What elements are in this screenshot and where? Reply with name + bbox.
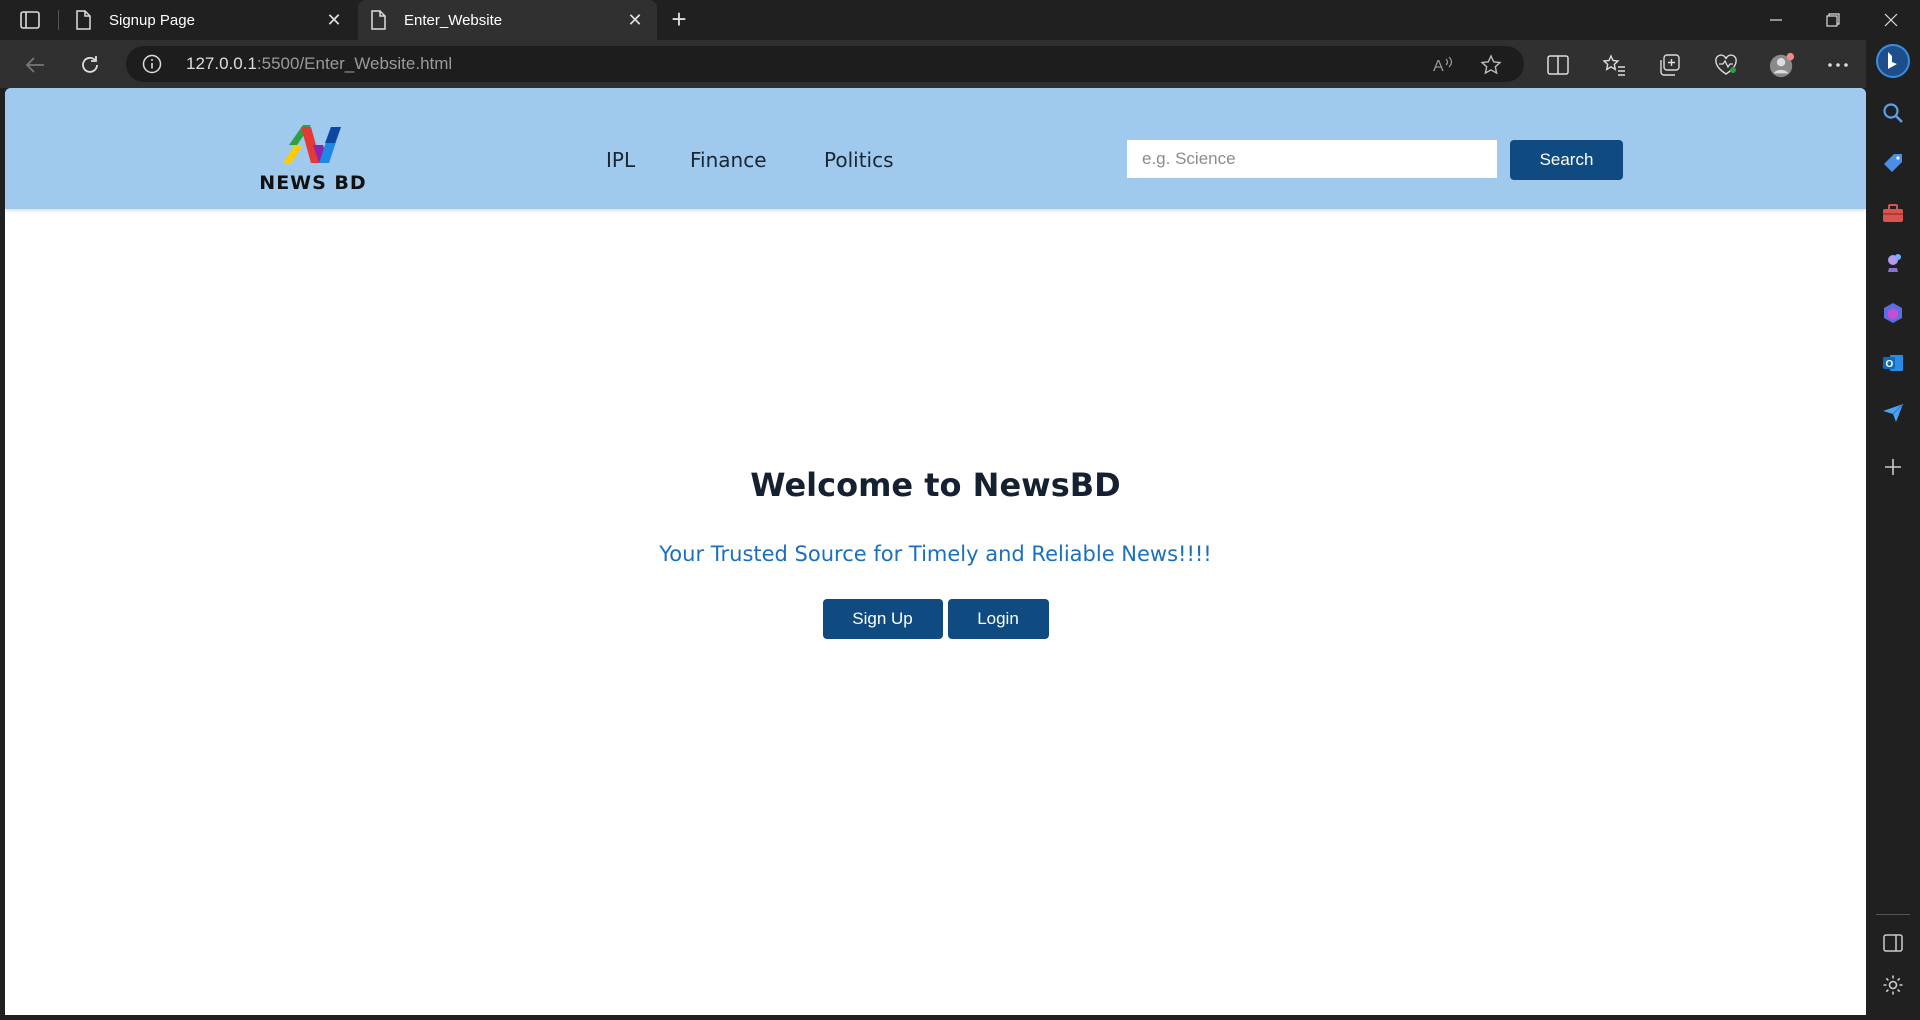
- newsbd-logo[interactable]: NEWS BD: [255, 123, 371, 203]
- profile-avatar[interactable]: [1769, 52, 1795, 78]
- search-button[interactable]: Search: [1510, 140, 1623, 180]
- login-button[interactable]: Login: [947, 599, 1049, 639]
- hide-sidebar-icon[interactable]: [1880, 930, 1906, 956]
- collections-icon[interactable]: [1657, 52, 1683, 78]
- shopping-tag-icon[interactable]: [1880, 150, 1906, 176]
- close-icon[interactable]: ✕: [324, 10, 344, 30]
- page-icon: [75, 10, 95, 30]
- logo-text: NEWS BD: [259, 172, 367, 194]
- nav-link-politics[interactable]: Politics: [824, 148, 894, 172]
- close-window-button[interactable]: [1866, 0, 1916, 40]
- tools-icon[interactable]: [1880, 200, 1906, 226]
- svg-text:O: O: [1886, 359, 1894, 370]
- site-header: NEWS BD IPL Finance Politics Search: [5, 88, 1866, 209]
- sidebar-divider: [1876, 914, 1910, 915]
- favorite-star-icon[interactable]: [1480, 54, 1502, 76]
- refresh-button[interactable]: [75, 50, 105, 80]
- settings-gear-icon[interactable]: [1880, 972, 1906, 998]
- split-screen-icon[interactable]: [1545, 52, 1571, 78]
- restore-button[interactable]: [1808, 0, 1858, 40]
- more-options-icon[interactable]: [1825, 52, 1851, 78]
- new-tab-button[interactable]: +: [664, 6, 694, 34]
- close-icon[interactable]: ✕: [625, 10, 645, 30]
- welcome-heading: Welcome to NewsBD: [750, 466, 1121, 504]
- tab-strip: Signup Page ✕ Enter_Website ✕ +: [0, 0, 1920, 40]
- sign-up-button[interactable]: Sign Up: [822, 599, 943, 639]
- browser-essentials-icon[interactable]: [1713, 52, 1739, 78]
- browser-toolbar: 127.0.0.1:5500/Enter_Website.html A: [0, 40, 1876, 88]
- page-icon: [370, 10, 390, 30]
- favorites-icon[interactable]: [1601, 52, 1627, 78]
- search-icon[interactable]: [1880, 100, 1906, 126]
- minimize-button[interactable]: [1751, 0, 1801, 40]
- tab-separator: [58, 10, 59, 30]
- tagline-text: Your Trusted Source for Timely and Relia…: [659, 542, 1212, 566]
- url-path: :5500/Enter_Website.html: [256, 54, 453, 73]
- search-input[interactable]: [1127, 140, 1497, 178]
- page-viewport: NEWS BD IPL Finance Politics Search Welc…: [5, 88, 1866, 1015]
- outlook-icon[interactable]: O: [1880, 350, 1906, 376]
- games-icon[interactable]: [1880, 250, 1906, 276]
- copilot-icon[interactable]: [1876, 44, 1910, 78]
- send-icon[interactable]: [1880, 400, 1906, 426]
- address-bar[interactable]: 127.0.0.1:5500/Enter_Website.html A: [126, 46, 1524, 82]
- back-button[interactable]: [20, 50, 50, 80]
- tab-title: Signup Page: [109, 11, 195, 29]
- tab-actions-icon[interactable]: [16, 8, 44, 32]
- auth-buttons: Sign Up Login: [5, 599, 1866, 639]
- url-host: 127.0.0.1: [186, 54, 257, 73]
- logo-mark-icon: [283, 125, 341, 163]
- tab-title: Enter_Website: [404, 11, 503, 29]
- nav-link-ipl[interactable]: IPL: [606, 148, 635, 172]
- edge-sidebar: O: [1866, 40, 1920, 1020]
- tab-signup-page[interactable]: Signup Page ✕: [63, 0, 356, 40]
- info-icon[interactable]: [142, 54, 162, 74]
- tab-enter-website[interactable]: Enter_Website ✕: [358, 0, 657, 40]
- read-aloud-icon[interactable]: A: [1432, 54, 1454, 76]
- microsoft-365-icon[interactable]: [1880, 300, 1906, 326]
- url-text[interactable]: 127.0.0.1:5500/Enter_Website.html: [186, 54, 452, 74]
- svg-text:A: A: [1433, 58, 1444, 75]
- nav-link-finance[interactable]: Finance: [690, 148, 767, 172]
- add-icon[interactable]: [1880, 454, 1906, 480]
